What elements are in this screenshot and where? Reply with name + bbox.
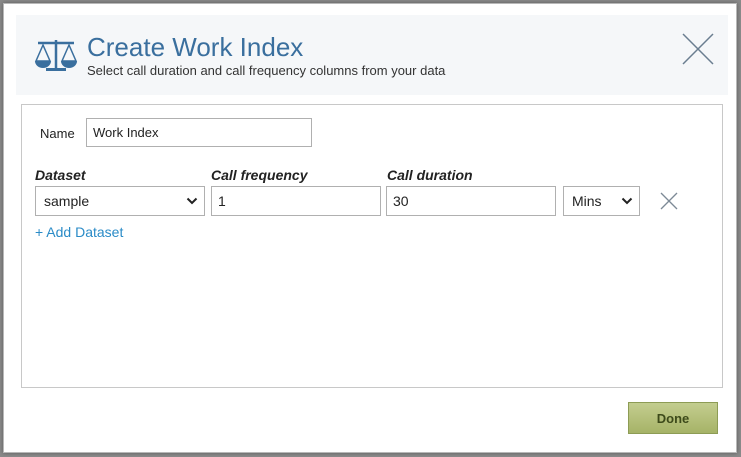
dataset-select-value: sample: [44, 193, 90, 209]
chevron-down-icon: [186, 197, 198, 205]
name-label: Name: [40, 126, 75, 141]
call-frequency-column-header: Call frequency: [211, 167, 308, 183]
dataset-column-header: Dataset: [35, 167, 86, 183]
close-icon[interactable]: [680, 31, 716, 67]
done-button[interactable]: Done: [628, 402, 718, 434]
dialog-subtitle: Select call duration and call frequency …: [87, 63, 446, 78]
remove-row-icon[interactable]: [659, 191, 679, 211]
duration-unit-select[interactable]: Mins: [563, 186, 640, 216]
chevron-down-icon: [621, 197, 633, 205]
call-duration-input[interactable]: [386, 186, 556, 216]
duration-unit-value: Mins: [572, 193, 602, 209]
call-frequency-input[interactable]: [211, 186, 381, 216]
dialog-title: Create Work Index: [87, 32, 304, 62]
dialog-header: Create Work Index Select call duration a…: [16, 15, 728, 95]
call-duration-column-header: Call duration: [387, 167, 473, 183]
scale-icon: [34, 40, 78, 71]
dataset-select[interactable]: sample: [35, 186, 205, 216]
create-work-index-dialog: Create Work Index Select call duration a…: [3, 3, 737, 453]
form-panel: Name Dataset Call frequency Call duratio…: [21, 104, 723, 388]
add-dataset-link[interactable]: + Add Dataset: [35, 224, 123, 240]
name-input[interactable]: [86, 118, 312, 147]
